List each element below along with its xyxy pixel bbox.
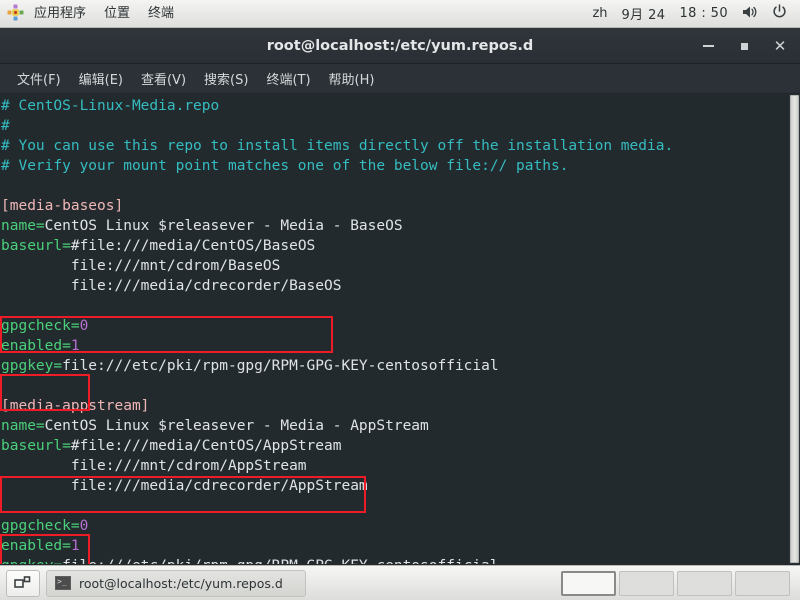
panel-menu-terminal[interactable]: 终端 xyxy=(139,2,183,26)
section-header: [media-baseos] xyxy=(1,198,124,214)
menu-edit[interactable]: 编辑(E) xyxy=(70,66,132,91)
comment-text: # Verify your mount point matches one of… xyxy=(1,158,569,174)
config-value: 1 xyxy=(70,538,80,554)
workspace-switcher xyxy=(561,570,794,596)
top-panel: 应用程序 位置 终端 zh 9月 24 18 : 50 xyxy=(0,0,800,28)
terminal-line: # xyxy=(1,116,800,136)
power-icon[interactable] xyxy=(765,1,794,26)
workspace-2[interactable] xyxy=(619,570,674,596)
menu-file[interactable]: 文件(F) xyxy=(8,66,70,91)
panel-time[interactable]: 18 : 50 xyxy=(672,3,735,24)
section-header: [media-appstream] xyxy=(1,398,150,414)
terminal-line: gpgcheck=0 xyxy=(1,316,800,336)
config-value: 0 xyxy=(79,518,89,534)
taskbar: >_ root@localhost:/etc/yum.repos.d xyxy=(0,565,800,600)
taskbar-window-label: root@localhost:/etc/yum.repos.d xyxy=(79,575,283,591)
show-desktop-icon[interactable] xyxy=(6,569,40,597)
window-titlebar[interactable]: root@localhost:/etc/yum.repos.d ✕ xyxy=(0,28,800,64)
panel-menu-applications[interactable]: 应用程序 xyxy=(25,2,95,26)
config-key: gpgkey= xyxy=(1,558,62,564)
config-value: CentOS Linux $releasever - Media - AppSt… xyxy=(44,418,429,434)
config-key: baseurl= xyxy=(1,438,71,454)
terminal-content[interactable]: # CentOS-Linux-Media.repo # # You can use … xyxy=(0,94,800,564)
panel-status-area: zh 9月 24 18 : 50 xyxy=(585,1,800,26)
config-value: file:///etc/pki/rpm-gpg/RPM-GPG-KEY-cent… xyxy=(62,358,499,374)
terminal-line: file:///mnt/cdrom/BaseOS xyxy=(1,256,800,276)
workspace-3[interactable] xyxy=(677,570,732,596)
panel-menu: 应用程序 位置 终端 xyxy=(25,2,183,26)
terminal-line: [media-appstream] xyxy=(1,396,800,416)
config-key: name= xyxy=(1,218,45,234)
terminal-line: gpgkey=file:///etc/pki/rpm-gpg/RPM-GPG-K… xyxy=(1,356,800,376)
config-key: gpgcheck= xyxy=(1,518,80,534)
comment-text: # CentOS-Linux-Media.repo xyxy=(1,98,220,114)
terminal-line: baseurl=#file:///media/CentOS/AppStream xyxy=(1,436,800,456)
panel-date[interactable]: 9月 24 xyxy=(615,1,673,26)
terminal-icon: >_ xyxy=(55,576,71,590)
menu-bar: 文件(F) 编辑(E) 查看(V) 搜索(S) 终端(T) 帮助(H) xyxy=(0,64,800,94)
terminal-line: name=CentOS Linux $releasever - Media - … xyxy=(1,216,800,236)
plain-text: file:///mnt/cdrom/AppStream xyxy=(1,458,307,474)
menu-help[interactable]: 帮助(H) xyxy=(320,66,384,91)
config-value: 0 xyxy=(79,318,89,334)
terminal-line: gpgcheck=0 xyxy=(1,516,800,536)
config-value: CentOS Linux $releasever - Media - BaseO… xyxy=(44,218,403,234)
gnome-applications-icon[interactable] xyxy=(7,4,24,24)
config-key: gpgkey= xyxy=(1,358,63,374)
input-method-indicator[interactable]: zh xyxy=(585,3,614,24)
taskbar-window-button[interactable]: >_ root@localhost:/etc/yum.repos.d xyxy=(46,569,306,597)
config-value: #file:///media/CentOS/AppStream xyxy=(70,438,342,454)
config-value: 1 xyxy=(70,338,80,354)
config-key: name= xyxy=(1,418,45,434)
workspace-4[interactable] xyxy=(735,570,790,596)
config-key: enabled= xyxy=(1,538,71,554)
window-controls: ✕ xyxy=(696,28,792,64)
menu-search[interactable]: 搜索(S) xyxy=(195,66,257,91)
terminal-line: enabled=1 xyxy=(1,336,800,356)
speaker-icon[interactable] xyxy=(735,2,765,26)
plain-text: file:///media/cdrecorder/BaseOS xyxy=(1,278,342,294)
terminal-line: # You can use this repo to install items… xyxy=(1,136,800,156)
menu-terminal[interactable]: 终端(T) xyxy=(257,66,319,91)
plain-text: file:///mnt/cdrom/BaseOS xyxy=(1,258,281,274)
scrollbar-thumb[interactable] xyxy=(790,95,799,563)
workspace-1[interactable] xyxy=(561,570,616,596)
window-title: root@localhost:/etc/yum.repos.d xyxy=(266,37,534,54)
terminal-scrollbar[interactable] xyxy=(789,94,800,564)
config-value: #file:///media/CentOS/BaseOS xyxy=(70,238,316,254)
terminal-line: # CentOS-Linux-Media.repo xyxy=(1,96,800,116)
close-icon: ✕ xyxy=(773,36,787,55)
comment-text: # xyxy=(1,118,10,134)
terminal-line: name=CentOS Linux $releasever - Media - … xyxy=(1,416,800,436)
terminal-line: file:///media/cdrecorder/BaseOS xyxy=(1,276,800,296)
minimize-button[interactable] xyxy=(696,34,720,58)
menu-view[interactable]: 查看(V) xyxy=(132,66,195,91)
terminal-line: # Verify your mount point matches one of… xyxy=(1,156,800,176)
comment-text: # You can use this repo to install items… xyxy=(1,138,674,154)
config-key: baseurl= xyxy=(1,238,71,254)
terminal-line: file:///mnt/cdrom/AppStream xyxy=(1,456,800,476)
config-key: gpgcheck= xyxy=(1,318,80,334)
config-key: enabled= xyxy=(1,338,71,354)
terminal-line: gpgkey=file:///etc/pki/rpm-gpg/RPM-GPG-K… xyxy=(1,556,800,564)
close-button[interactable]: ✕ xyxy=(768,34,792,58)
terminal-line: file:///media/cdrecorder/AppStream xyxy=(1,476,800,496)
plain-text: file:///media/cdrecorder/AppStream xyxy=(1,478,368,494)
panel-menu-places[interactable]: 位置 xyxy=(95,2,139,26)
terminal-window: root@localhost:/etc/yum.repos.d ✕ 文件(F) … xyxy=(0,28,800,565)
terminal-line: enabled=1 xyxy=(1,536,800,556)
terminal-line: [media-baseos] xyxy=(1,196,800,216)
terminal-line: baseurl=#file:///media/CentOS/BaseOS xyxy=(1,236,800,256)
maximize-button[interactable] xyxy=(732,34,756,58)
terminal-text: # CentOS-Linux-Media.repo # # You can use … xyxy=(0,96,800,564)
config-value: file:///etc/pki/rpm-gpg/RPM-GPG-KEY-cent… xyxy=(62,558,499,564)
